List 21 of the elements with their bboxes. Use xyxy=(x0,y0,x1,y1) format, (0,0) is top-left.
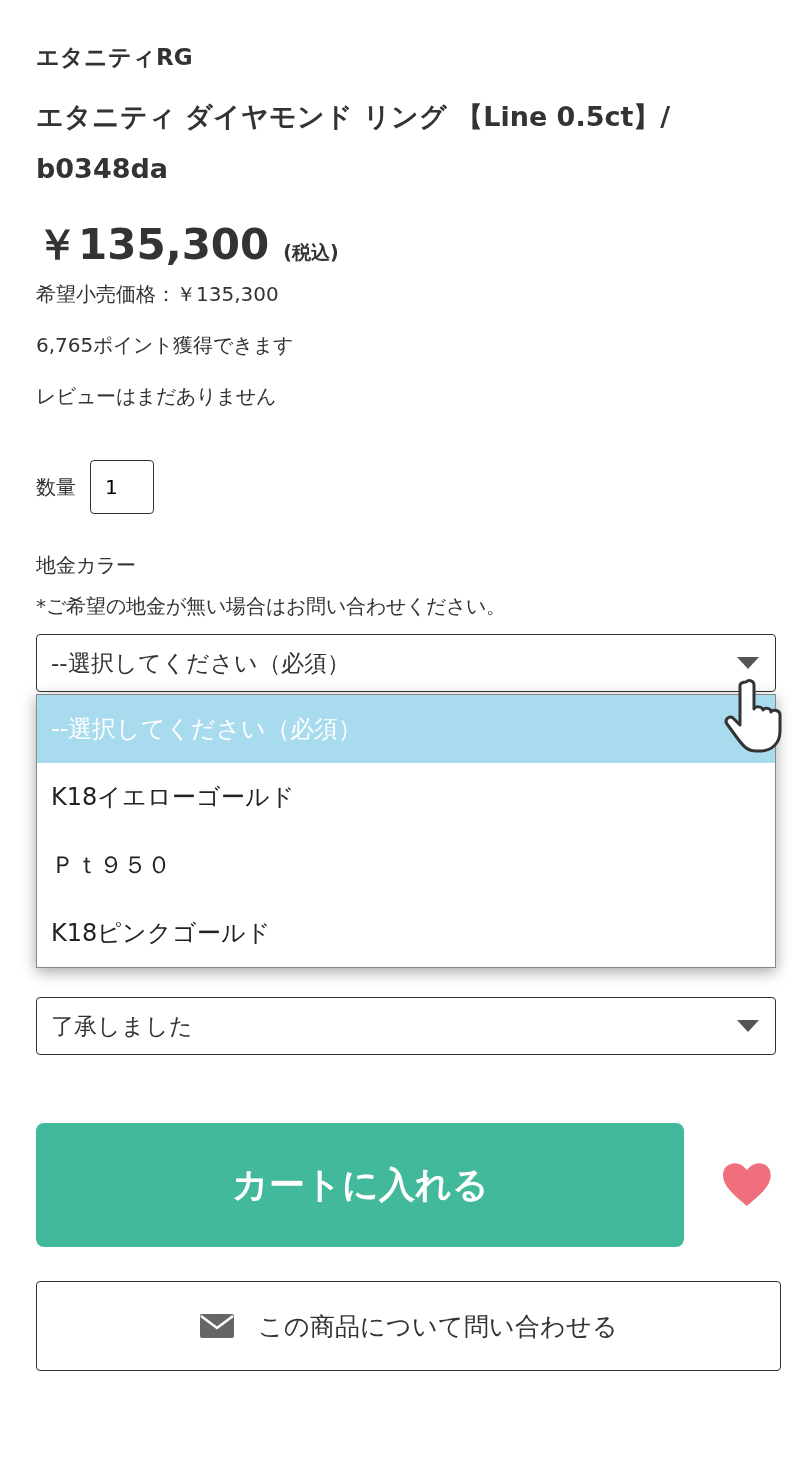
caret-icon xyxy=(737,657,759,669)
price: ￥135,300 xyxy=(36,219,270,271)
dropdown-option[interactable]: K18ピンクゴールド xyxy=(37,899,775,967)
brand-name: エタニティRG xyxy=(36,43,194,72)
select-dropdown[interactable]: --選択してください（必須） xyxy=(36,634,776,692)
quantity-field[interactable]: 1 xyxy=(90,460,154,514)
product-title: エタニティ ダイヤモンド リング 【Line 0.5ct】/ b0348da xyxy=(36,100,672,186)
points-text: 6,765ポイント獲得できます xyxy=(36,332,295,359)
heart-icon[interactable] xyxy=(722,1162,772,1208)
mail-icon xyxy=(199,1314,234,1338)
option-note: *ご希望の地金が無い場合はお問い合わせください。 xyxy=(36,593,507,620)
inquiry-button[interactable]: この商品について問い合わせる xyxy=(36,1281,781,1371)
caret-icon xyxy=(737,1020,759,1032)
dropdown-option[interactable]: Ｐｔ９５０ xyxy=(37,831,775,899)
option-label: 地金カラー xyxy=(36,552,137,579)
tax-note: (税込) xyxy=(283,240,339,265)
review-text: レビューはまだありません xyxy=(36,383,277,410)
quantity-label: 数量 xyxy=(36,473,76,501)
select-dropdown[interactable]: 了承しました xyxy=(36,997,776,1055)
retail-price: 希望小売価格：￥135,300 xyxy=(36,281,280,308)
dropdown-option[interactable]: K18イエローゴールド xyxy=(37,763,775,831)
